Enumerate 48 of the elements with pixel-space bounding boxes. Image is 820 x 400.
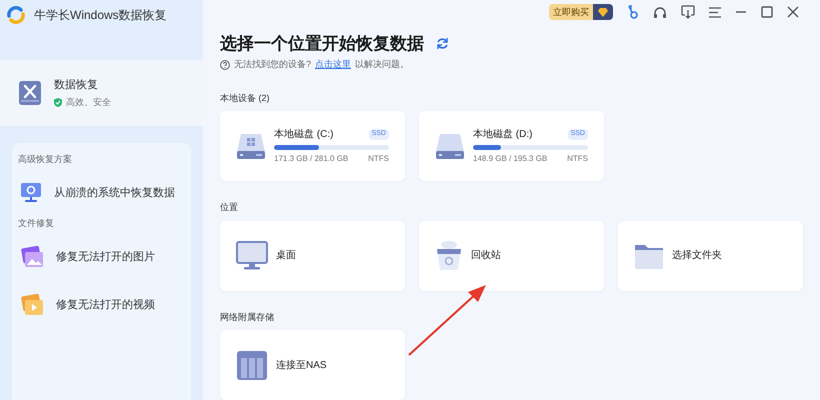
section-heading: 文件修复 [17, 217, 55, 230]
server-icon [236, 350, 268, 380]
help-icon [220, 60, 230, 70]
tools-icon [18, 80, 42, 106]
sidebar-item[interactable]: 从崩溃的系统中恢复数据 [12, 169, 191, 217]
drive-usage: 148.9 GB / 195.3 GB [473, 153, 548, 165]
help-text: 无法找到您的设备? [234, 58, 312, 71]
help-suffix: 以解决问题。 [355, 58, 410, 71]
monitor-icon [236, 240, 268, 270]
location-label: 桌面 [276, 248, 296, 263]
help-link[interactable]: 点击这里 [315, 58, 352, 72]
download-icon[interactable] [681, 5, 695, 20]
sidebar-item[interactable]: 修复无法打开的图片 [12, 233, 191, 281]
drive-label: 本地磁盘 (C:) [274, 128, 334, 142]
maximize-icon[interactable] [761, 6, 773, 18]
buy-button[interactable]: 立即购买 [549, 4, 613, 20]
item-note: 高效、安全 [66, 96, 111, 108]
location-label: 连接至NAS [276, 358, 327, 372]
monitor-icon [20, 182, 42, 204]
sidebar-item[interactable]: 数据恢复 高效、安全 [0, 60, 203, 126]
group-title: 位置 [220, 201, 239, 214]
image-icon [20, 246, 44, 268]
drive-usage: 171.3 GB / 281.0 GB [274, 153, 348, 165]
headset-icon[interactable] [653, 6, 667, 19]
location-card[interactable]: 选择文件夹 [618, 220, 803, 290]
group-title: 网络附属存储 [220, 310, 275, 324]
app-title: 牛学长Windows数据恢复 [34, 7, 167, 24]
location-card[interactable]: 桌面 [220, 220, 405, 290]
location-card[interactable]: 回收站 [419, 220, 604, 290]
location-card[interactable]: 连接至NAS [220, 330, 405, 400]
section-heading: 高级恢复方案 [17, 153, 73, 166]
trash-bin-icon [435, 240, 463, 272]
item-label: 数据恢复 [54, 78, 99, 93]
file-system: NTFS [567, 153, 588, 165]
sidebar-item[interactable]: 修复无法打开的视频 [12, 281, 191, 329]
close-icon[interactable] [787, 6, 799, 18]
refresh-icon[interactable] [436, 36, 449, 50]
video-icon [20, 294, 44, 316]
page-heading: 选择一个位置开始恢复数据 [220, 32, 424, 54]
shield-check-icon [54, 98, 62, 107]
app-logo-icon [6, 6, 26, 24]
menu-icon[interactable] [709, 6, 721, 18]
drive-label: 本地磁盘 (D:) [473, 128, 532, 142]
key-icon[interactable] [627, 5, 639, 20]
location-label: 回收站 [471, 248, 501, 263]
file-system: NTFS [368, 153, 389, 165]
location-label: 选择文件夹 [672, 248, 722, 263]
group-title: 本地设备 (2) [220, 92, 270, 105]
